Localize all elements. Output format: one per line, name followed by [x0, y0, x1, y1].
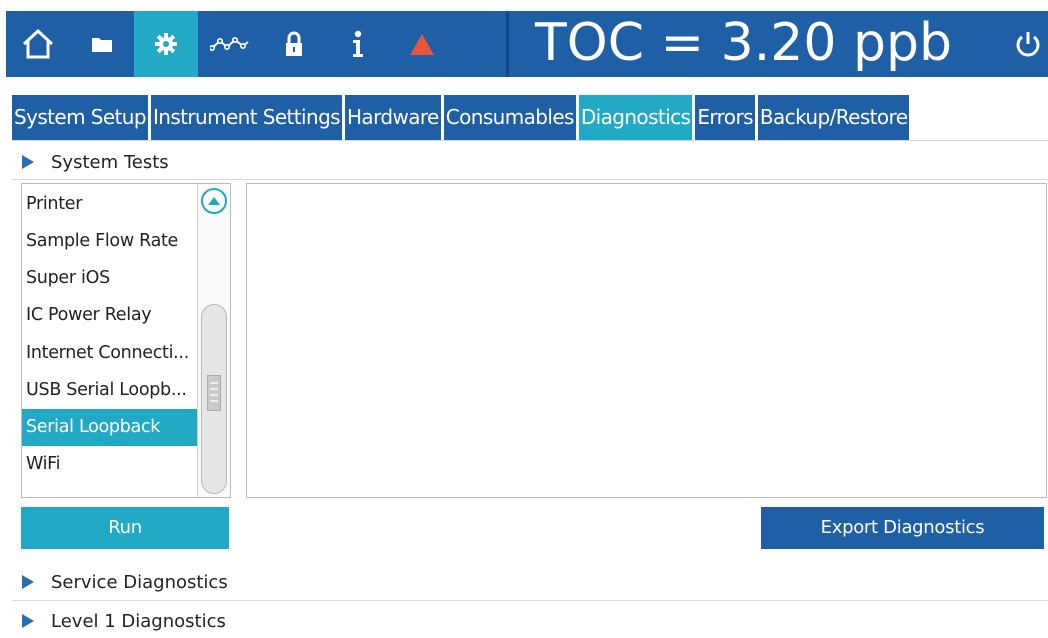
- chevron-up-icon: [208, 197, 220, 205]
- list-item-internet-connection[interactable]: Internet Connecti...: [22, 335, 199, 372]
- tab-diagnostics[interactable]: Diagnostics: [578, 95, 696, 140]
- top-bar: TOC = 3.20 ppb: [6, 11, 1048, 77]
- lock-button[interactable]: [262, 11, 326, 77]
- tab-hardware[interactable]: Hardware: [344, 95, 444, 140]
- info-icon: [353, 30, 363, 57]
- scroll-up-button[interactable]: [201, 188, 227, 214]
- info-button[interactable]: [326, 11, 390, 77]
- gear-icon: [155, 33, 177, 55]
- run-button[interactable]: Run: [21, 507, 229, 549]
- home-button[interactable]: [6, 11, 70, 77]
- tab-consumables[interactable]: Consumables: [443, 95, 579, 140]
- tab-system-setup[interactable]: System Setup: [12, 95, 151, 140]
- list-item-sample-flow-rate[interactable]: Sample Flow Rate: [22, 223, 199, 260]
- home-icon: [22, 28, 54, 59]
- tab-instrument-settings[interactable]: Instrument Settings: [150, 95, 345, 140]
- trend-icon: [210, 36, 249, 51]
- list-scrollbar[interactable]: [197, 184, 230, 497]
- power-icon: [1016, 32, 1040, 57]
- section-divider: [12, 600, 1048, 601]
- tab-errors[interactable]: Errors: [695, 95, 758, 140]
- level1-diagnostics-header[interactable]: Level 1 Diagnostics: [22, 604, 226, 638]
- system-tests-header[interactable]: System Tests: [22, 145, 169, 179]
- level1-diagnostics-label: Level 1 Diagnostics: [51, 610, 226, 632]
- toc-display: TOC = 3.20 ppb: [506, 11, 1048, 77]
- list-item-printer[interactable]: Printer: [22, 186, 199, 223]
- expand-arrow-icon: [22, 155, 34, 169]
- lock-icon: [286, 31, 302, 56]
- settings-button[interactable]: [134, 11, 198, 77]
- list-item-usb-serial-loopback[interactable]: USB Serial Loopb...: [22, 372, 199, 409]
- grip-icon: [207, 375, 221, 411]
- tab-divider: [12, 140, 1048, 141]
- list-item-super-ios[interactable]: Super iOS: [22, 260, 199, 297]
- expand-arrow-icon: [22, 575, 34, 589]
- scroll-thumb[interactable]: [201, 304, 227, 494]
- system-tests-label: System Tests: [51, 151, 169, 173]
- service-diagnostics-label: Service Diagnostics: [51, 571, 228, 593]
- alarm-icon: [410, 34, 434, 55]
- settings-tabs: System Setup Instrument Settings Hardwar…: [12, 95, 913, 140]
- list-item-ic-power-relay[interactable]: IC Power Relay: [22, 297, 199, 334]
- folder-icon: [92, 38, 112, 52]
- section-divider: [12, 179, 1048, 180]
- alarm-button[interactable]: [390, 11, 454, 77]
- trend-button[interactable]: [198, 11, 262, 77]
- toc-reading: TOC = 3.20 ppb: [535, 13, 952, 73]
- export-diagnostics-button[interactable]: Export Diagnostics: [761, 507, 1044, 549]
- list-item-wifi[interactable]: WiFi: [22, 446, 199, 483]
- expand-arrow-icon: [22, 614, 34, 628]
- system-tests-list[interactable]: Printer Sample Flow Rate Super iOS IC Po…: [21, 183, 231, 498]
- test-output-pane: [246, 183, 1047, 498]
- folder-button[interactable]: [70, 11, 134, 77]
- service-diagnostics-header[interactable]: Service Diagnostics: [22, 565, 228, 599]
- power-button[interactable]: [1013, 11, 1043, 77]
- tab-backup-restore[interactable]: Backup/Restore: [757, 95, 913, 140]
- list-item-serial-loopback[interactable]: Serial Loopback: [22, 409, 199, 446]
